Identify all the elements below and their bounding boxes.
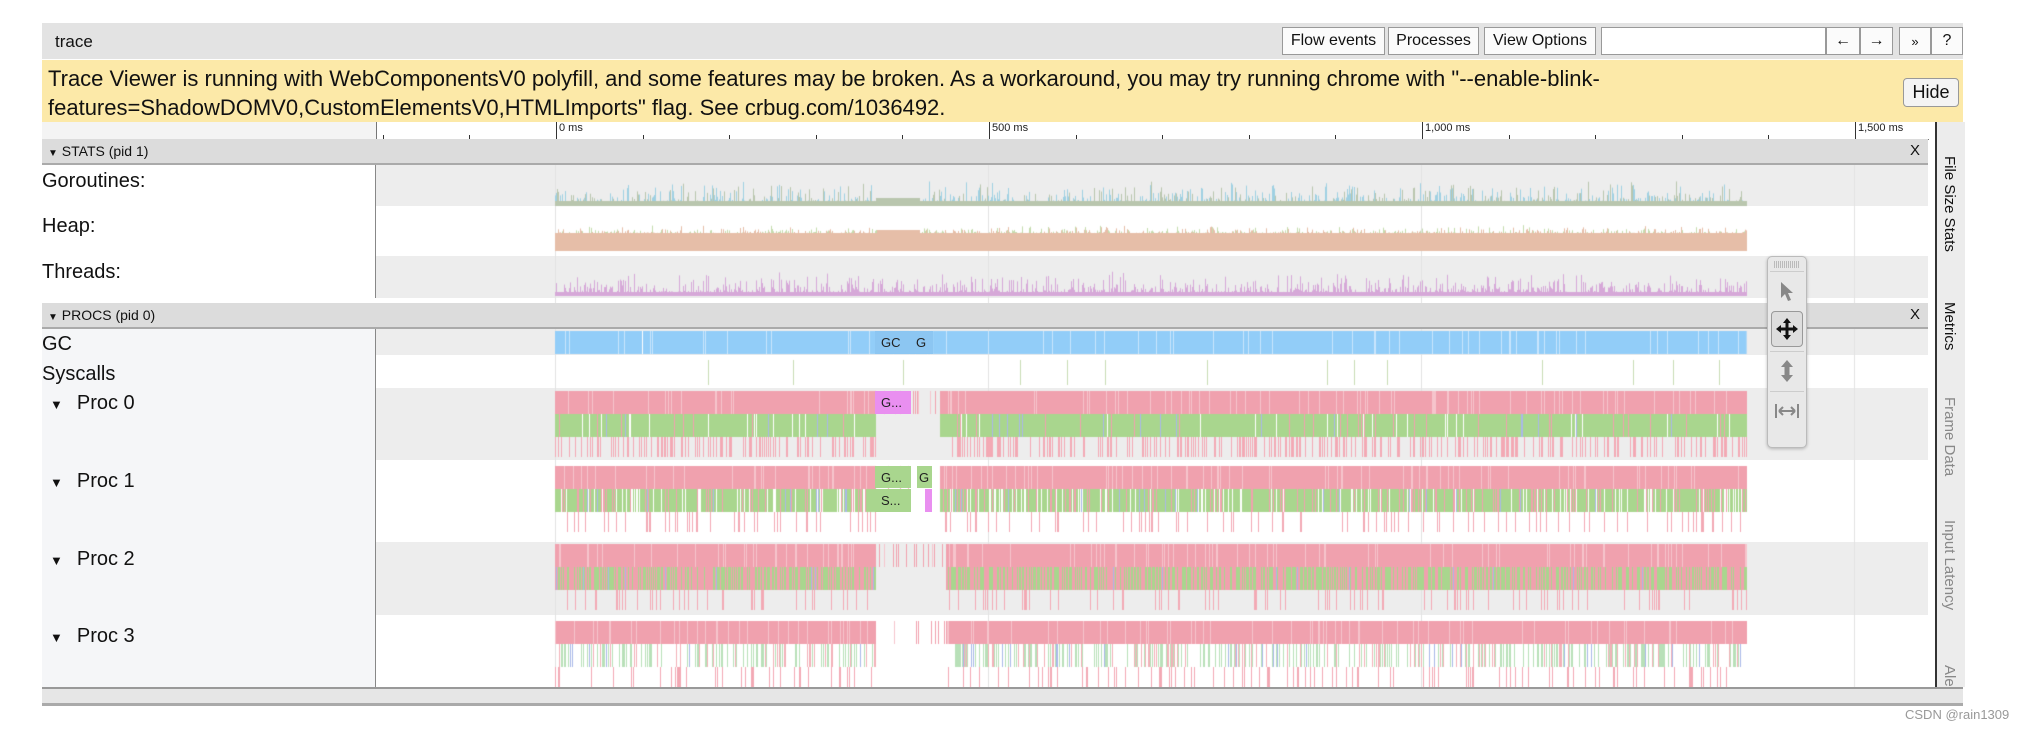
tab-alerts[interactable]: Ale: [1941, 665, 1958, 687]
ruler-label: 1,500 ms: [1858, 122, 1904, 134]
collapse-triangle-icon[interactable]: ▼: [48, 312, 58, 323]
ruler-tick: [556, 122, 557, 139]
side-panel-tabs: File Size Stats Metrics Frame Data Input…: [1935, 122, 1965, 687]
track-label-threads: Threads:: [42, 261, 121, 283]
track-label-heap: Heap:: [42, 215, 96, 237]
tab-frame-data[interactable]: Frame Data: [1941, 397, 1958, 476]
ruler-tick: [1855, 122, 1856, 139]
warning-text: Trace Viewer is running with WebComponen…: [48, 66, 1600, 120]
gc-slice[interactable]: G: [913, 331, 933, 354]
tab-input-latency[interactable]: Input Latency: [1941, 520, 1958, 610]
ruler-tick: [989, 122, 990, 139]
proc-3-label[interactable]: ▼ Proc 3: [50, 625, 135, 648]
gc-mark-slice[interactable]: [925, 489, 932, 512]
tab-file-size-stats[interactable]: File Size Stats: [1941, 156, 1958, 252]
close-stats-button[interactable]: X: [1910, 142, 1920, 159]
ruler-spacer: [42, 122, 376, 140]
expand-triangle-icon[interactable]: ▼: [50, 475, 63, 490]
pan-icon: [1776, 318, 1798, 340]
goroutine-slice[interactable]: G...: [875, 466, 911, 488]
expand-triangle-icon[interactable]: ▼: [50, 397, 63, 412]
zoom-icon: [1781, 360, 1793, 382]
time-ruler[interactable]: 0 ms 500 ms 1,000 ms 1,500 ms: [376, 122, 1929, 140]
pan-mode-button[interactable]: [1771, 311, 1803, 347]
zoom-mode-button[interactable]: [1770, 351, 1804, 390]
ruler-label: 1,000 ms: [1425, 122, 1471, 134]
timing-icon: [1775, 404, 1799, 418]
expand-triangle-icon[interactable]: ▼: [50, 630, 63, 645]
timing-mode-button[interactable]: [1770, 391, 1804, 430]
goroutine-slice[interactable]: G: [917, 466, 932, 488]
gc-slice[interactable]: GC: [875, 331, 913, 354]
trace-timeline-canvas[interactable]: [376, 139, 1928, 687]
stats-group-header[interactable]: ▼ STATS (pid 1) X: [42, 139, 1928, 165]
collapse-triangle-icon[interactable]: ▼: [48, 148, 58, 159]
flow-events-button[interactable]: Flow events: [1282, 27, 1385, 55]
mouse-mode-toolbar[interactable]: [1767, 256, 1807, 448]
expand-triangle-icon[interactable]: ▼: [50, 553, 63, 568]
proc-1-label[interactable]: ▼ Proc 1: [50, 470, 135, 493]
top-toolbar: trace Flow events Processes View Options…: [42, 23, 1963, 59]
close-procs-button[interactable]: X: [1910, 306, 1920, 323]
proc-2-label[interactable]: ▼ Proc 2: [50, 548, 135, 571]
warning-banner: Trace Viewer is running with WebComponen…: [42, 60, 1963, 122]
next-match-button[interactable]: →: [1860, 27, 1893, 55]
prev-match-button[interactable]: ←: [1826, 27, 1860, 55]
gc-mark-slice[interactable]: G...: [875, 391, 911, 414]
view-options-button[interactable]: View Options: [1484, 27, 1596, 55]
search-input[interactable]: [1601, 27, 1826, 55]
track-label-gc: GC: [42, 333, 72, 355]
select-icon: [1781, 282, 1793, 301]
watermark: CSDN @rain1309: [1905, 707, 2010, 722]
bottom-resize-bar[interactable]: [42, 687, 1963, 706]
processes-button[interactable]: Processes: [1388, 27, 1479, 55]
more-button[interactable]: »: [1899, 27, 1931, 55]
proc-0-label[interactable]: ▼ Proc 0: [50, 392, 135, 415]
track-label-syscalls: Syscalls: [42, 363, 116, 385]
app-title: trace: [55, 32, 93, 51]
ruler-label: 500 ms: [992, 122, 1029, 134]
hide-button[interactable]: Hide: [1903, 78, 1959, 107]
procs-group-header[interactable]: ▼ PROCS (pid 0) X: [42, 303, 1928, 329]
ruler-label: 0 ms: [559, 122, 583, 134]
syscall-slice[interactable]: S...: [875, 489, 911, 512]
track-label-goroutines: Goroutines:: [42, 170, 146, 192]
grip-handle[interactable]: [1774, 261, 1800, 268]
help-button[interactable]: ?: [1931, 27, 1963, 55]
ruler-tick: [1422, 122, 1423, 139]
tab-metrics[interactable]: Metrics: [1941, 302, 1958, 350]
select-mode-button[interactable]: [1770, 271, 1804, 310]
